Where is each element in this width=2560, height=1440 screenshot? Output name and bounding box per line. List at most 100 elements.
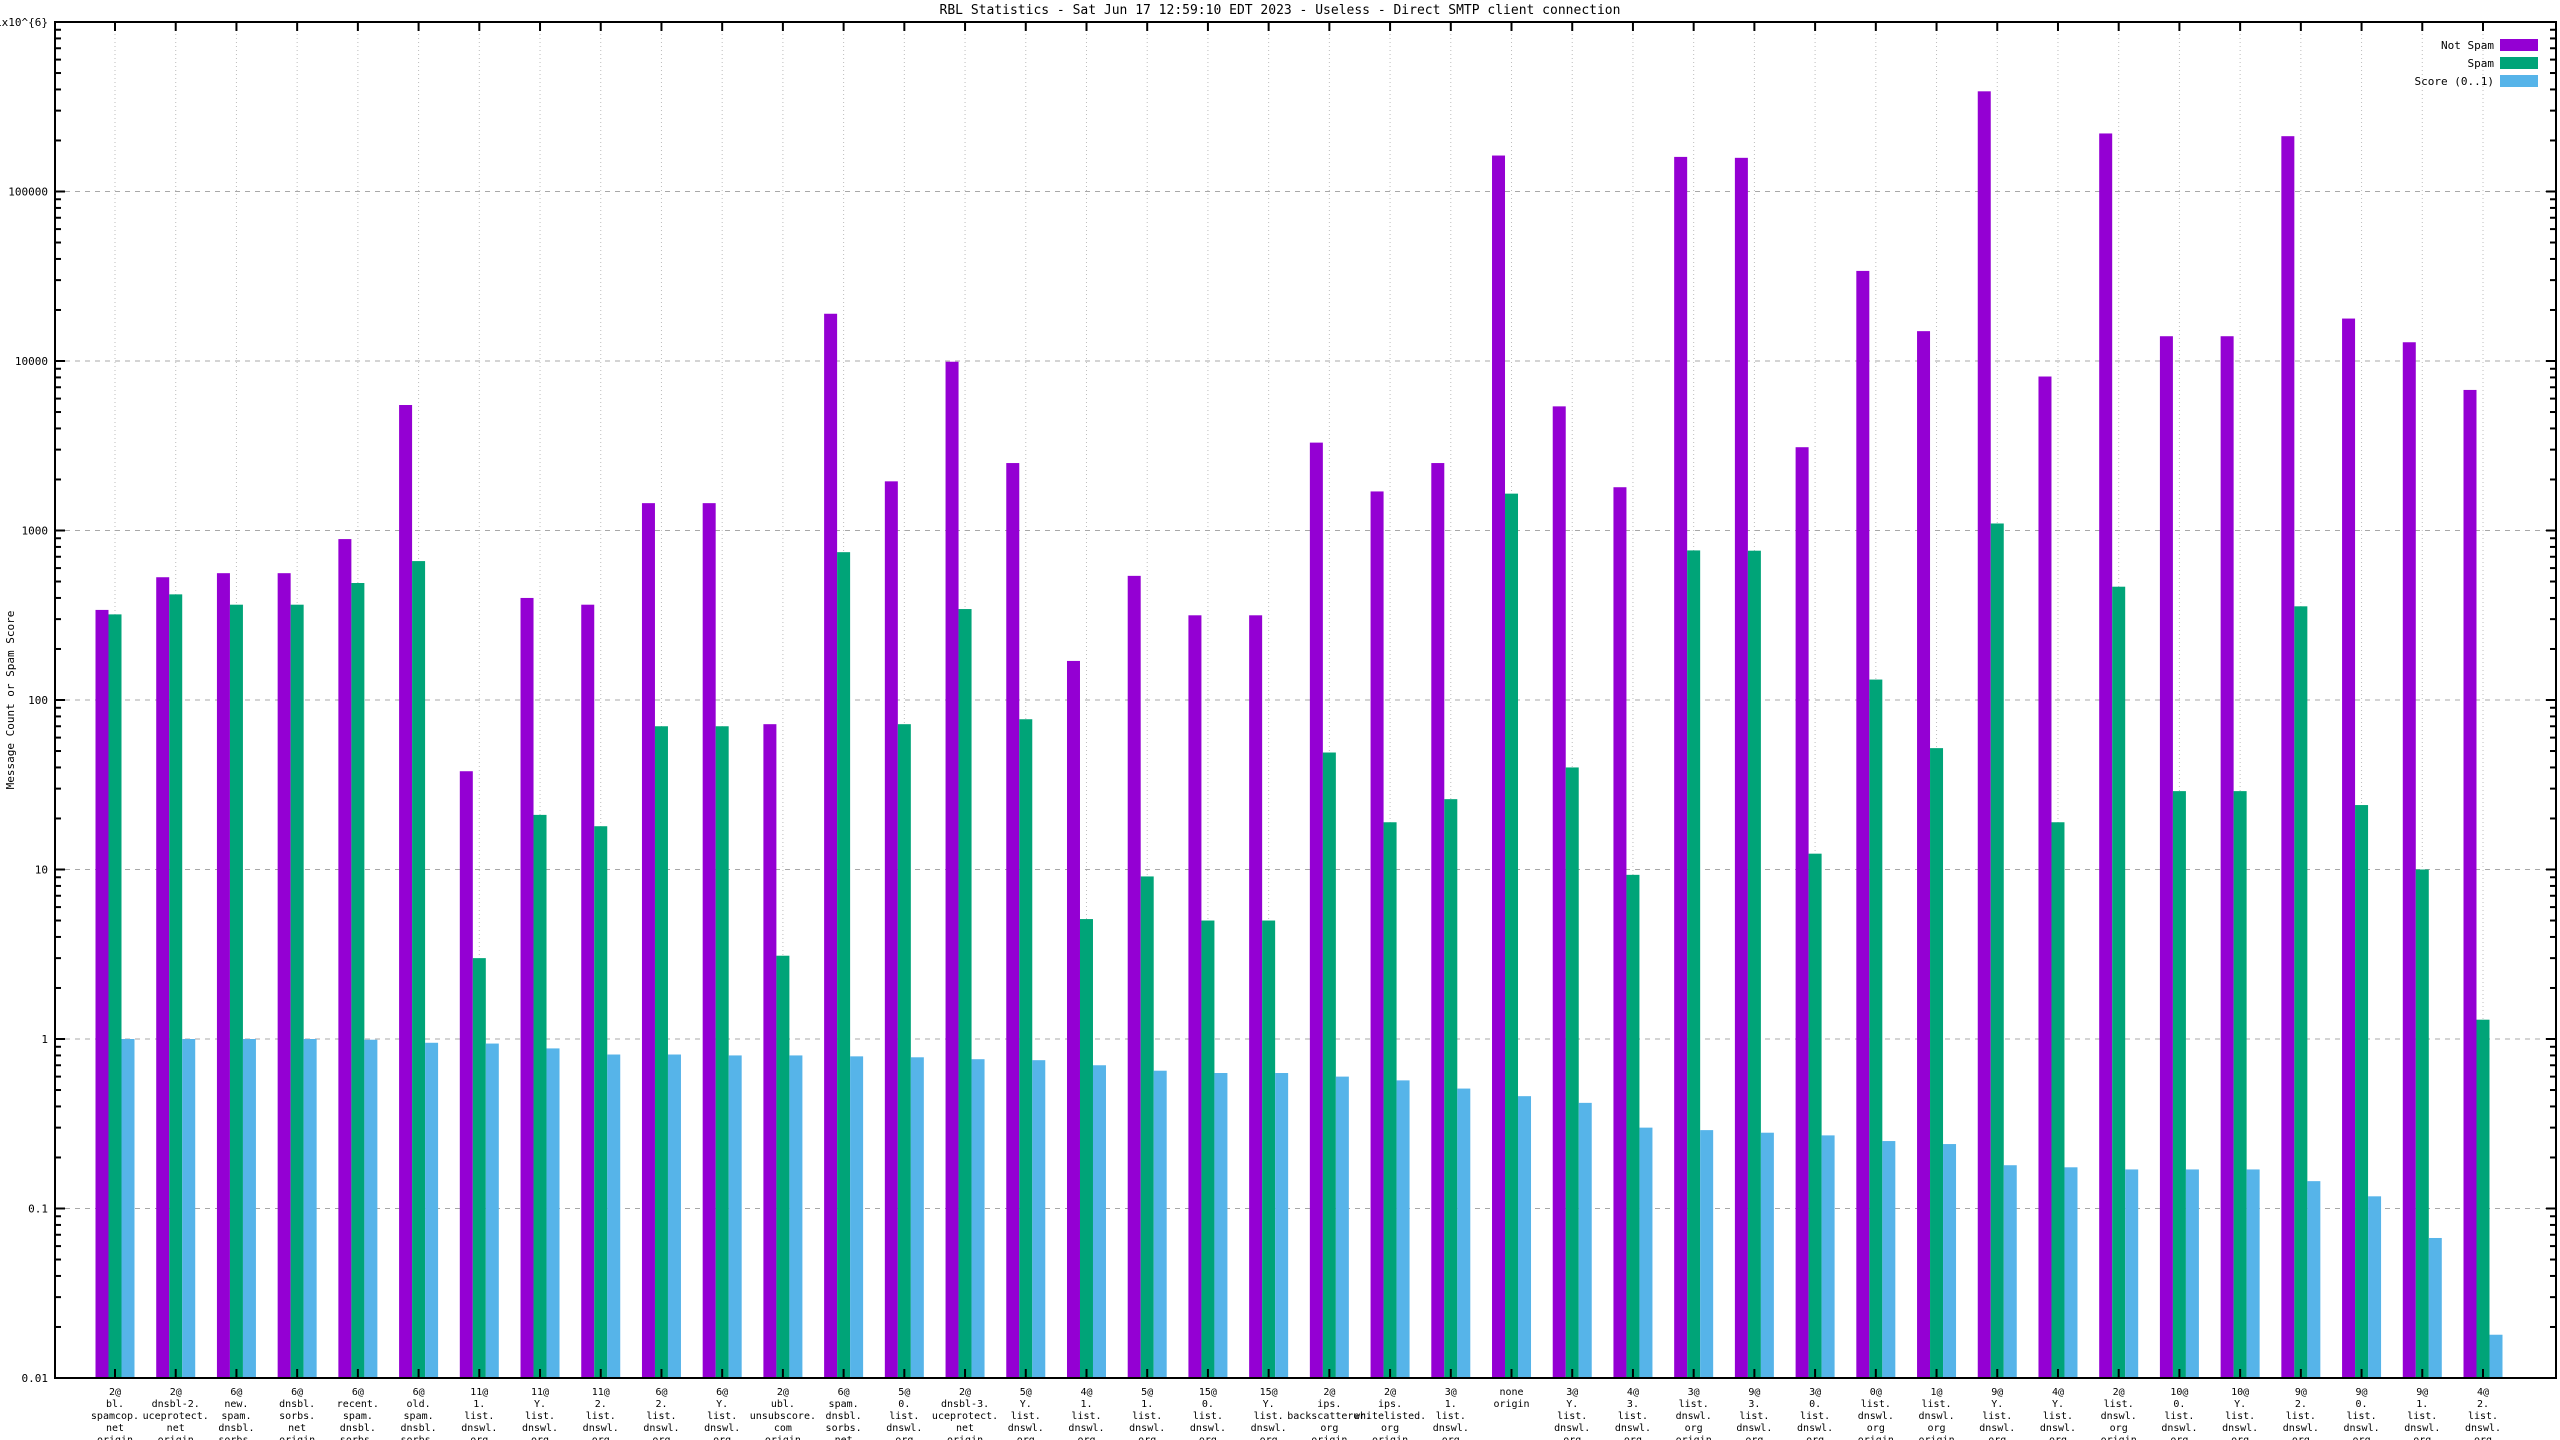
x-tick-label: dnswl. bbox=[1858, 1411, 1894, 1422]
bar-spam bbox=[1990, 523, 2004, 1378]
x-tick-label: org bbox=[1442, 1435, 1460, 1440]
bar-score-0-1 bbox=[425, 1042, 439, 1378]
bar-score-0-1 bbox=[1518, 1096, 1532, 1378]
bar-spam bbox=[654, 726, 668, 1378]
bar-spam bbox=[290, 604, 304, 1378]
bar-spam bbox=[776, 955, 790, 1378]
bar-score-0-1 bbox=[789, 1055, 803, 1378]
x-tick-label: dnsbl. bbox=[279, 1399, 315, 1410]
x-tick-label: 2@ bbox=[1384, 1387, 1396, 1398]
x-tick-label: 10@ bbox=[2231, 1387, 2249, 1398]
bar-score-0-1 bbox=[1882, 1141, 1896, 1378]
bar-score-0-1 bbox=[242, 1039, 256, 1378]
x-tick-label: dnswl. bbox=[583, 1423, 619, 1434]
x-tick-label: org bbox=[1928, 1423, 1946, 1434]
x-tick-label: 2. bbox=[595, 1399, 607, 1410]
x-tick-label: dnswl. bbox=[1008, 1423, 1044, 1434]
x-tick-label: list. bbox=[1982, 1411, 2012, 1422]
bar-score-0-1 bbox=[728, 1055, 742, 1378]
x-tick-label: list. bbox=[2347, 1411, 2377, 1422]
bar-spam bbox=[1444, 799, 1458, 1378]
bar-not-spam bbox=[702, 503, 716, 1378]
bar-spam bbox=[897, 724, 911, 1378]
x-tick-label: org bbox=[1624, 1435, 1642, 1440]
x-tick-label: 6@ bbox=[838, 1387, 850, 1398]
x-tick-label: spam. bbox=[343, 1411, 373, 1422]
x-tick-label: origin bbox=[279, 1435, 315, 1440]
bar-not-spam bbox=[1492, 155, 1506, 1379]
bar-not-spam bbox=[824, 313, 838, 1379]
y-tick-label: 1000 bbox=[22, 525, 49, 538]
x-tick-label: 11@ bbox=[470, 1387, 488, 1398]
x-tick-label: 6@ bbox=[352, 1387, 364, 1398]
x-tick-label: org bbox=[592, 1435, 610, 1440]
x-tick-label: list. bbox=[1679, 1399, 1709, 1410]
bar-score-0-1 bbox=[667, 1054, 681, 1378]
bar-not-spam bbox=[95, 609, 109, 1378]
x-tick-label: 4@ bbox=[2052, 1387, 2064, 1398]
x-tick-label: net bbox=[956, 1423, 974, 1434]
x-tick-label: 6@ bbox=[291, 1387, 303, 1398]
x-tick-label: bl. bbox=[106, 1399, 124, 1410]
bar-spam bbox=[1565, 767, 1579, 1378]
x-tick-label: Y. bbox=[1020, 1399, 1032, 1410]
x-tick-label: origin bbox=[158, 1435, 194, 1440]
x-tick-label: 3@ bbox=[1445, 1387, 1457, 1398]
x-tick-label: list. bbox=[1011, 1411, 1041, 1422]
bar-spam bbox=[472, 958, 486, 1378]
bar-spam bbox=[715, 726, 729, 1378]
x-tick-label: net bbox=[167, 1423, 185, 1434]
x-tick-label: 9@ bbox=[1991, 1387, 2003, 1398]
x-tick-label: dnswl. bbox=[1129, 1423, 1165, 1434]
x-tick-label: org bbox=[1806, 1435, 1824, 1440]
bar-spam bbox=[169, 594, 183, 1378]
x-tick-label: dnswl. bbox=[1433, 1423, 1469, 1434]
x-tick-label: list. bbox=[646, 1411, 676, 1422]
bar-not-spam bbox=[1188, 615, 1202, 1378]
legend: Not Spam Spam Score (0..1) bbox=[2415, 39, 2538, 88]
x-tick-label: origin bbox=[1918, 1435, 1954, 1440]
x-tick-label: 0. bbox=[2173, 1399, 2185, 1410]
bar-spam bbox=[2172, 791, 2186, 1378]
x-tick-label: none bbox=[1499, 1387, 1523, 1398]
x-tick-label: list. bbox=[525, 1411, 555, 1422]
x-tick-label: net bbox=[106, 1423, 124, 1434]
bar-not-spam bbox=[1795, 447, 1809, 1378]
bar-not-spam bbox=[641, 503, 655, 1378]
x-tick-label: dnswl. bbox=[1190, 1423, 1226, 1434]
bar-spam bbox=[229, 604, 243, 1378]
bar-score-0-1 bbox=[1457, 1088, 1471, 1378]
x-tick-label: 9@ bbox=[2295, 1387, 2307, 1398]
bar-spam bbox=[533, 814, 547, 1378]
x-tick-label: list. bbox=[2164, 1411, 2194, 1422]
bar-score-0-1 bbox=[1396, 1080, 1410, 1378]
x-tick-label: 3@ bbox=[1688, 1387, 1700, 1398]
bar-score-0-1 bbox=[1335, 1076, 1349, 1378]
x-tick-label: sorbs. bbox=[401, 1435, 437, 1440]
x-tick-labels: 2@bl.spamcop.netorigin2@dnsbl-2.uceprote… bbox=[91, 1387, 2501, 1440]
bar-not-spam bbox=[399, 405, 413, 1378]
x-tick-label: com bbox=[774, 1423, 792, 1434]
bar-not-spam bbox=[520, 597, 534, 1378]
x-tick-label: org bbox=[470, 1435, 488, 1440]
x-tick-label: 2. bbox=[655, 1399, 667, 1410]
x-tick-label: 3. bbox=[1627, 1399, 1639, 1410]
bar-not-spam bbox=[2099, 133, 2113, 1378]
x-tick-label: dnsbl. bbox=[401, 1423, 437, 1434]
x-tick-label: list. bbox=[1800, 1411, 1830, 1422]
legend-label-score: Score (0..1) bbox=[2415, 75, 2494, 88]
x-tick-label: dnswl. bbox=[461, 1423, 497, 1434]
x-tick-label: origin bbox=[1372, 1435, 1408, 1440]
x-tick-label: dnswl. bbox=[1736, 1423, 1772, 1434]
bar-not-spam bbox=[338, 539, 352, 1378]
x-tick-label: dnswl. bbox=[1979, 1423, 2015, 1434]
x-tick-label: 4@ bbox=[2477, 1387, 2489, 1398]
x-tick-label: org bbox=[2110, 1423, 2128, 1434]
x-tick-label: list. bbox=[464, 1411, 494, 1422]
x-tick-label: dnswl. bbox=[886, 1423, 922, 1434]
x-tick-label: list. bbox=[2407, 1411, 2437, 1422]
bar-not-spam bbox=[2342, 318, 2356, 1378]
x-tick-label: 6@ bbox=[413, 1387, 425, 1398]
bar-not-spam bbox=[2038, 376, 2052, 1378]
x-tick-label: 2@ bbox=[777, 1387, 789, 1398]
